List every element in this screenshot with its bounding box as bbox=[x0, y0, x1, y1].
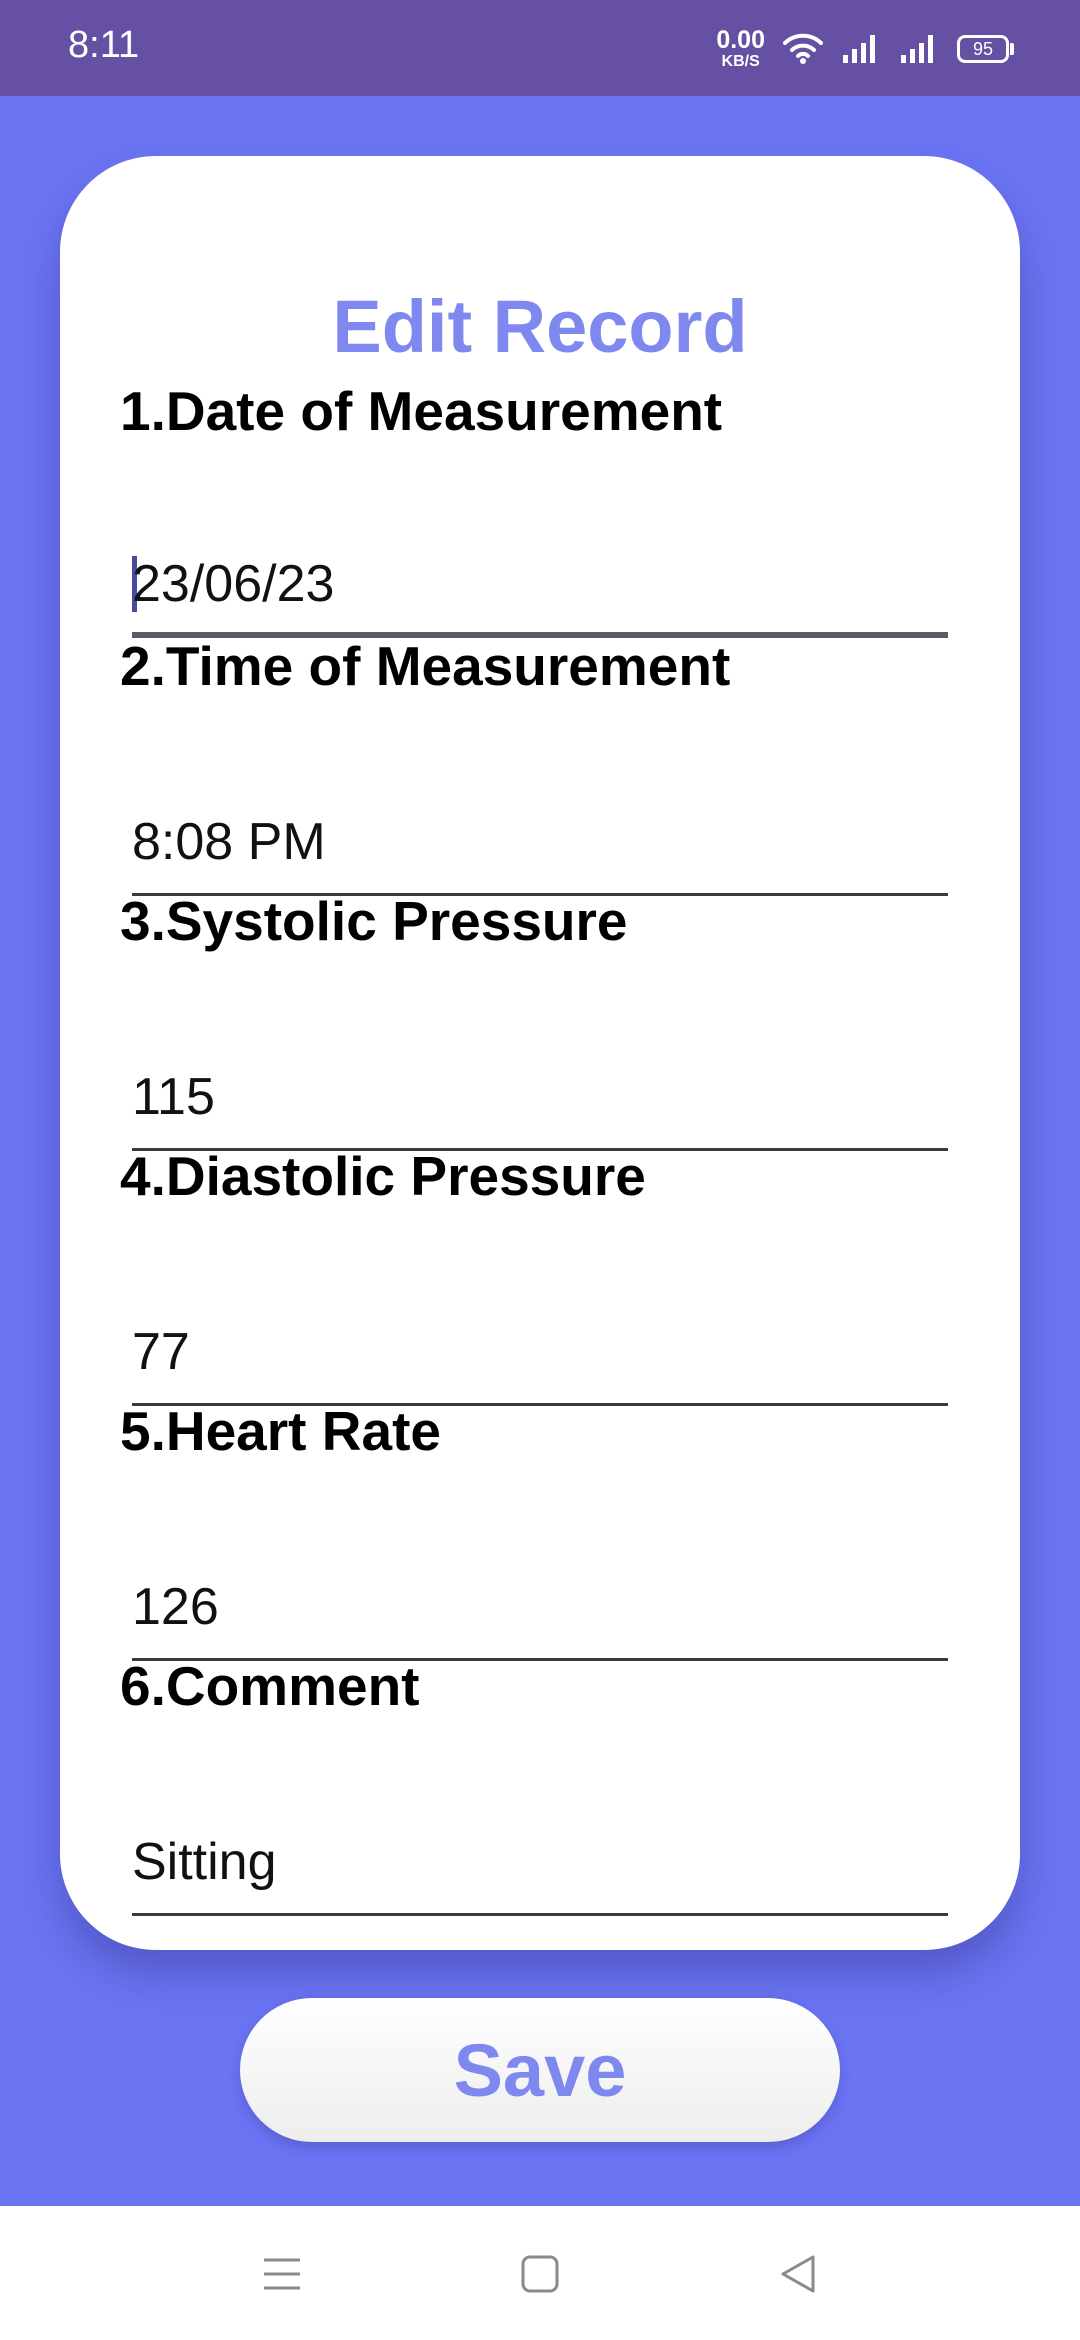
home-square-icon[interactable] bbox=[510, 2244, 570, 2304]
systolic-field: 3.Systolic Pressure bbox=[120, 894, 960, 954]
diastolic-field: 4.Diastolic Pressure bbox=[120, 1149, 960, 1209]
network-speed: 0.00 KB/S bbox=[716, 28, 765, 70]
network-speed-unit: KB/S bbox=[721, 53, 760, 70]
heart-rate-field: 5.Heart Rate bbox=[120, 1404, 960, 1464]
heart-rate-input[interactable]: 126 bbox=[132, 1573, 948, 1661]
date-label: 1.Date of Measurement bbox=[120, 380, 723, 442]
heart-rate-value: 126 bbox=[132, 1578, 219, 1636]
time-label: 2.Time of Measurement bbox=[120, 635, 731, 697]
diastolic-input[interactable]: 77 bbox=[132, 1318, 948, 1406]
comment-label: 6.Comment bbox=[120, 1655, 420, 1717]
signal-icon bbox=[841, 33, 881, 65]
wifi-icon bbox=[783, 33, 823, 65]
time-value: 8:08 PM bbox=[132, 813, 326, 871]
network-speed-value: 0.00 bbox=[716, 26, 765, 54]
systolic-input[interactable]: 115 bbox=[132, 1063, 948, 1151]
time-field: 2.Time of Measurement bbox=[120, 639, 960, 699]
systolic-value: 115 bbox=[132, 1068, 215, 1126]
battery-level: 95 bbox=[957, 35, 1009, 63]
date-input[interactable]: 23/06/23 bbox=[132, 550, 948, 638]
systolic-label: 3.Systolic Pressure bbox=[120, 890, 628, 952]
comment-field: 6.Comment bbox=[120, 1659, 960, 1719]
diastolic-label: 4.Diastolic Pressure bbox=[120, 1145, 646, 1207]
save-button[interactable]: Save bbox=[240, 1998, 840, 2142]
heart-rate-label: 5.Heart Rate bbox=[120, 1400, 441, 1462]
edit-record-card: Edit Record 1.Date of Measurement 23/06/… bbox=[60, 156, 1020, 1950]
date-field: 1.Date of Measurement bbox=[120, 384, 960, 444]
comment-input[interactable]: Sitting bbox=[132, 1828, 948, 1916]
status-time: 8:11 bbox=[68, 24, 140, 66]
time-input[interactable]: 8:08 PM bbox=[132, 808, 948, 896]
main-content: Edit Record 1.Date of Measurement 23/06/… bbox=[0, 96, 1080, 2206]
status-icons: 0.00 KB/S 95 bbox=[716, 24, 1014, 74]
signal-icon-2 bbox=[899, 33, 939, 65]
diastolic-value: 77 bbox=[132, 1323, 190, 1381]
system-nav-bar bbox=[0, 2206, 1080, 2340]
page-title: Edit Record bbox=[332, 285, 748, 368]
status-bar: 8:11 0.00 KB/S 95 bbox=[0, 0, 1080, 96]
battery-icon: 95 bbox=[957, 35, 1014, 63]
menu-icon[interactable] bbox=[252, 2244, 312, 2304]
date-value: 23/06/23 bbox=[132, 555, 335, 613]
back-triangle-icon[interactable] bbox=[768, 2244, 828, 2304]
comment-value: Sitting bbox=[132, 1833, 277, 1891]
